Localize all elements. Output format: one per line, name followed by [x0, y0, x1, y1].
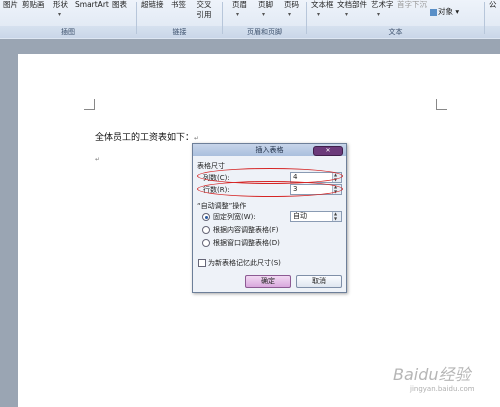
group-label-header-footer: 页眉和页脚: [247, 28, 282, 36]
object-label: 对象: [438, 7, 453, 16]
object-icon: [430, 8, 437, 16]
ok-button[interactable]: 确定: [245, 275, 291, 288]
page-corner-mark: [84, 99, 95, 110]
ribbon: 图片 剪贴画 形状 ▾ SmartArt 图表 超链接 书签 交叉 引用 页眉 …: [0, 0, 500, 40]
chart-button[interactable]: 图表: [112, 0, 127, 10]
more-button[interactable]: 公: [489, 0, 497, 10]
group-label-illustrations: 插图: [61, 28, 75, 36]
watermark-url: jingyan.baidu.com: [410, 385, 475, 393]
autofit-contents-label: 根据内容调整表格(F): [213, 226, 279, 234]
chevron-down-icon: ▾: [262, 11, 266, 18]
paragraph-mark: ↵: [194, 135, 200, 142]
fixed-width-value: 自动: [293, 212, 307, 220]
crossref-button[interactable]: 交叉 引用: [195, 0, 213, 20]
clipart-button[interactable]: 剪贴画: [22, 0, 45, 10]
group-label-links: 链接: [172, 28, 187, 36]
header-button[interactable]: 页眉: [232, 0, 247, 10]
insert-table-dialog: 插入表格 ✕ 表格尺寸 列数(C): 4 ▲ ▼ 行数(R): 3 ▲ ▼ “自…: [192, 143, 347, 293]
object-button[interactable]: 对象 ▾: [430, 7, 459, 17]
remember-size-label: 为新表格记忆此尺寸(S): [208, 259, 281, 267]
group-divider: [484, 2, 485, 34]
spin-down-icon[interactable]: ▼: [334, 217, 337, 221]
chevron-down-icon: ▾: [317, 11, 321, 18]
chevron-down-icon: ▾: [288, 11, 292, 18]
fixed-width-spinner[interactable]: 自动 ▲ ▼: [290, 211, 342, 222]
textbox-button[interactable]: 文本框: [311, 0, 334, 10]
wordart-button[interactable]: 艺术字: [371, 0, 394, 10]
shapes-button[interactable]: 形状: [53, 0, 68, 10]
crossref-label-line1: 交叉: [196, 0, 212, 9]
group-label-text: 文本: [388, 28, 403, 36]
fixed-width-spin-buttons[interactable]: ▲ ▼: [332, 212, 341, 221]
fixed-width-radio[interactable]: [202, 213, 210, 221]
annotation-highlight: [197, 181, 343, 197]
page-number-button[interactable]: 页码: [284, 0, 299, 10]
watermark-logo: Baidu经验: [393, 365, 471, 384]
chevron-down-icon: ▾: [453, 7, 460, 16]
crossref-label-line2: 引用: [196, 10, 212, 19]
page-corner-mark: [436, 99, 447, 110]
picture-button[interactable]: 图片: [3, 0, 18, 10]
hyperlink-button[interactable]: 超链接: [141, 0, 164, 10]
dropcap-button[interactable]: 首字下沉: [397, 0, 427, 10]
autofit-heading: “自动调整”操作: [197, 202, 247, 210]
remember-size-checkbox[interactable]: [198, 259, 206, 267]
chevron-down-icon: ▾: [58, 11, 62, 18]
quickparts-button[interactable]: 文档部件: [337, 0, 367, 10]
smartart-button[interactable]: SmartArt: [75, 0, 109, 10]
fixed-width-label: 固定列宽(W):: [213, 213, 256, 221]
body-text: 全体员工的工资表如下：: [95, 133, 195, 143]
cancel-button[interactable]: 取消: [296, 275, 342, 288]
autofit-window-label: 根据窗口调整表格(D): [213, 239, 280, 247]
paragraph-mark: ↵: [95, 156, 101, 163]
chevron-down-icon: ▾: [377, 11, 381, 18]
chevron-down-icon: ▾: [345, 11, 349, 18]
footer-button[interactable]: 页脚: [258, 0, 273, 10]
body-paragraph[interactable]: 全体员工的工资表如下：↵: [95, 130, 199, 143]
bookmark-button[interactable]: 书签: [171, 0, 186, 10]
autofit-contents-radio[interactable]: [202, 226, 210, 234]
autofit-window-radio[interactable]: [202, 239, 210, 247]
close-icon[interactable]: ✕: [313, 146, 343, 156]
chevron-down-icon: ▾: [236, 11, 240, 18]
